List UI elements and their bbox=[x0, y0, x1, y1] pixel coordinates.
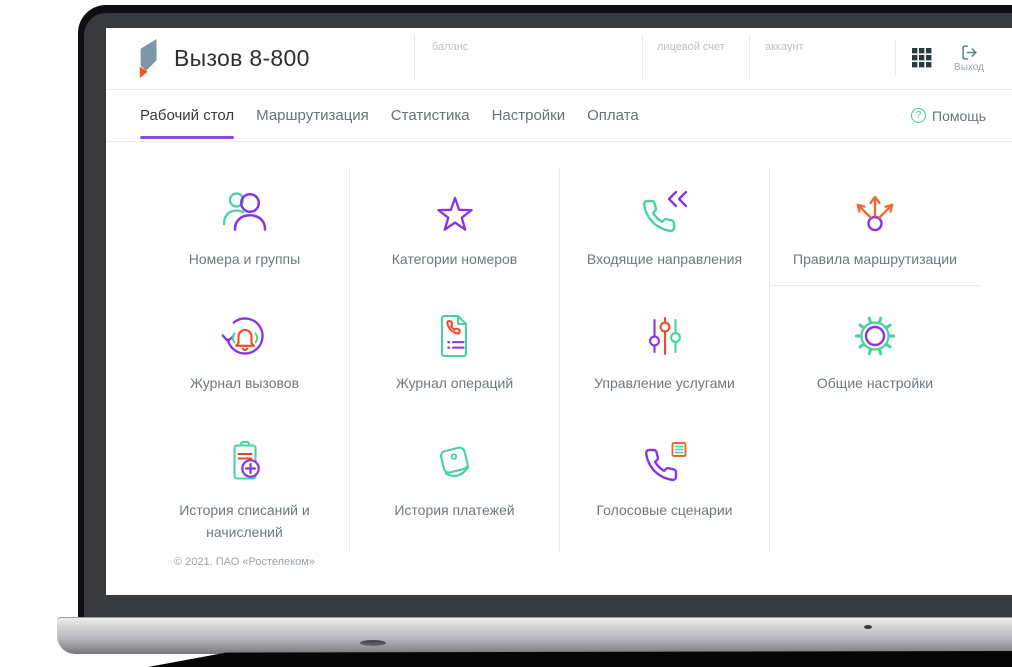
tab-dashboard[interactable]: Рабочий стол bbox=[140, 90, 235, 141]
apps-grid-button[interactable] bbox=[912, 48, 932, 68]
grid-icon bbox=[912, 48, 932, 68]
logout-icon bbox=[961, 45, 977, 60]
tiles-grid: Номера и группы Категории номеров Входящ… bbox=[140, 167, 1012, 552]
field-account-label: аккаунт bbox=[765, 41, 804, 53]
tile-label: Общие настройки bbox=[816, 375, 934, 391]
users-icon bbox=[222, 192, 266, 231]
voice-scenarios-icon bbox=[644, 442, 686, 482]
main-nav: Рабочий стол Маршрутизация Статистика На… bbox=[106, 90, 1012, 142]
tile-services-management[interactable]: Управление услугами bbox=[560, 286, 770, 411]
tab-statistics[interactable]: Статистика bbox=[391, 90, 470, 141]
divider bbox=[642, 35, 643, 79]
tab-routing[interactable]: Маршрутизация bbox=[256, 90, 369, 141]
tile-label: История списаний и начислений bbox=[179, 502, 310, 540]
tile-routing-rules[interactable]: Правила маршрутизации bbox=[770, 167, 980, 286]
tile-label: История платежей bbox=[394, 502, 515, 518]
tile-payments-history[interactable]: История платежей bbox=[350, 411, 560, 552]
tile-label: Управление услугами bbox=[594, 375, 735, 391]
tile-label: Категории номеров bbox=[391, 251, 518, 267]
divider bbox=[414, 35, 415, 79]
tab-payment[interactable]: Оплата bbox=[587, 90, 639, 141]
rostelecom-logo-icon bbox=[139, 39, 157, 78]
operations-log-icon bbox=[440, 314, 467, 358]
brand: Вызов 8-800 bbox=[138, 36, 310, 81]
tab-settings[interactable]: Настройки bbox=[492, 90, 566, 141]
tile-label: Журнал операций bbox=[395, 375, 514, 391]
tile-numbers-groups[interactable]: Номера и группы bbox=[140, 167, 350, 286]
copyright: © 2021. ПАО «Ростелеком» bbox=[174, 556, 315, 568]
tile-voice-scenarios[interactable]: Голосовые сценарии bbox=[560, 411, 770, 552]
logout-label: Выход bbox=[954, 62, 984, 73]
tile-general-settings[interactable]: Общие настройки bbox=[770, 286, 980, 411]
field-balance-label: баланс bbox=[432, 41, 469, 53]
logout-button[interactable]: Выход bbox=[946, 44, 992, 73]
laptop-base bbox=[57, 617, 1012, 654]
app-header: Вызов 8-800 баланс лицевой счет аккаунт bbox=[106, 28, 1012, 90]
divider bbox=[749, 35, 750, 79]
tile-call-log[interactable]: Журнал вызовов bbox=[140, 286, 350, 411]
tile-label: Голосовые сценарии bbox=[596, 502, 733, 518]
laptop-shadow bbox=[148, 651, 1012, 667]
tile-operations-log[interactable]: Журнал операций bbox=[350, 286, 560, 411]
divider bbox=[895, 40, 896, 75]
tile-label: Входящие направления bbox=[586, 251, 743, 267]
tile-number-categories[interactable]: Категории номеров bbox=[350, 167, 560, 286]
tile-label: Правила маршрутизации bbox=[793, 251, 957, 267]
call-log-icon bbox=[221, 317, 264, 355]
laptop-hinge-dot bbox=[864, 625, 872, 629]
laptop-bezel: Вызов 8-800 баланс лицевой счет аккаунт bbox=[84, 13, 1012, 619]
laptop-notch bbox=[360, 640, 386, 646]
laptop-lid: Вызов 8-800 баланс лицевой счет аккаунт bbox=[78, 5, 1012, 619]
tile-charges-history[interactable]: История списаний и начислений bbox=[140, 411, 350, 552]
star-icon bbox=[436, 196, 473, 231]
payments-history-icon bbox=[439, 446, 469, 477]
routing-arrows-icon bbox=[856, 195, 894, 232]
help-button[interactable]: Помощь bbox=[911, 90, 986, 141]
app-title: Вызов 8-800 bbox=[174, 45, 310, 71]
tile-label: Журнал вызовов bbox=[189, 375, 300, 391]
laptop-screen: Вызов 8-800 баланс лицевой счет аккаунт bbox=[106, 28, 1012, 595]
gear-icon bbox=[854, 316, 896, 356]
charges-history-icon bbox=[232, 440, 260, 480]
field-personal-account-label: лицевой счет bbox=[657, 41, 725, 53]
help-label: Помощь bbox=[932, 107, 987, 124]
help-icon bbox=[911, 108, 926, 123]
dashboard-content: Номера и группы Категории номеров Входящ… bbox=[106, 142, 1012, 568]
tile-label: Номера и группы bbox=[188, 251, 301, 267]
tile-incoming-directions[interactable]: Входящие направления bbox=[560, 167, 770, 286]
incoming-call-icon bbox=[642, 190, 687, 233]
empty-cell bbox=[770, 411, 980, 552]
sliders-icon bbox=[648, 316, 681, 356]
